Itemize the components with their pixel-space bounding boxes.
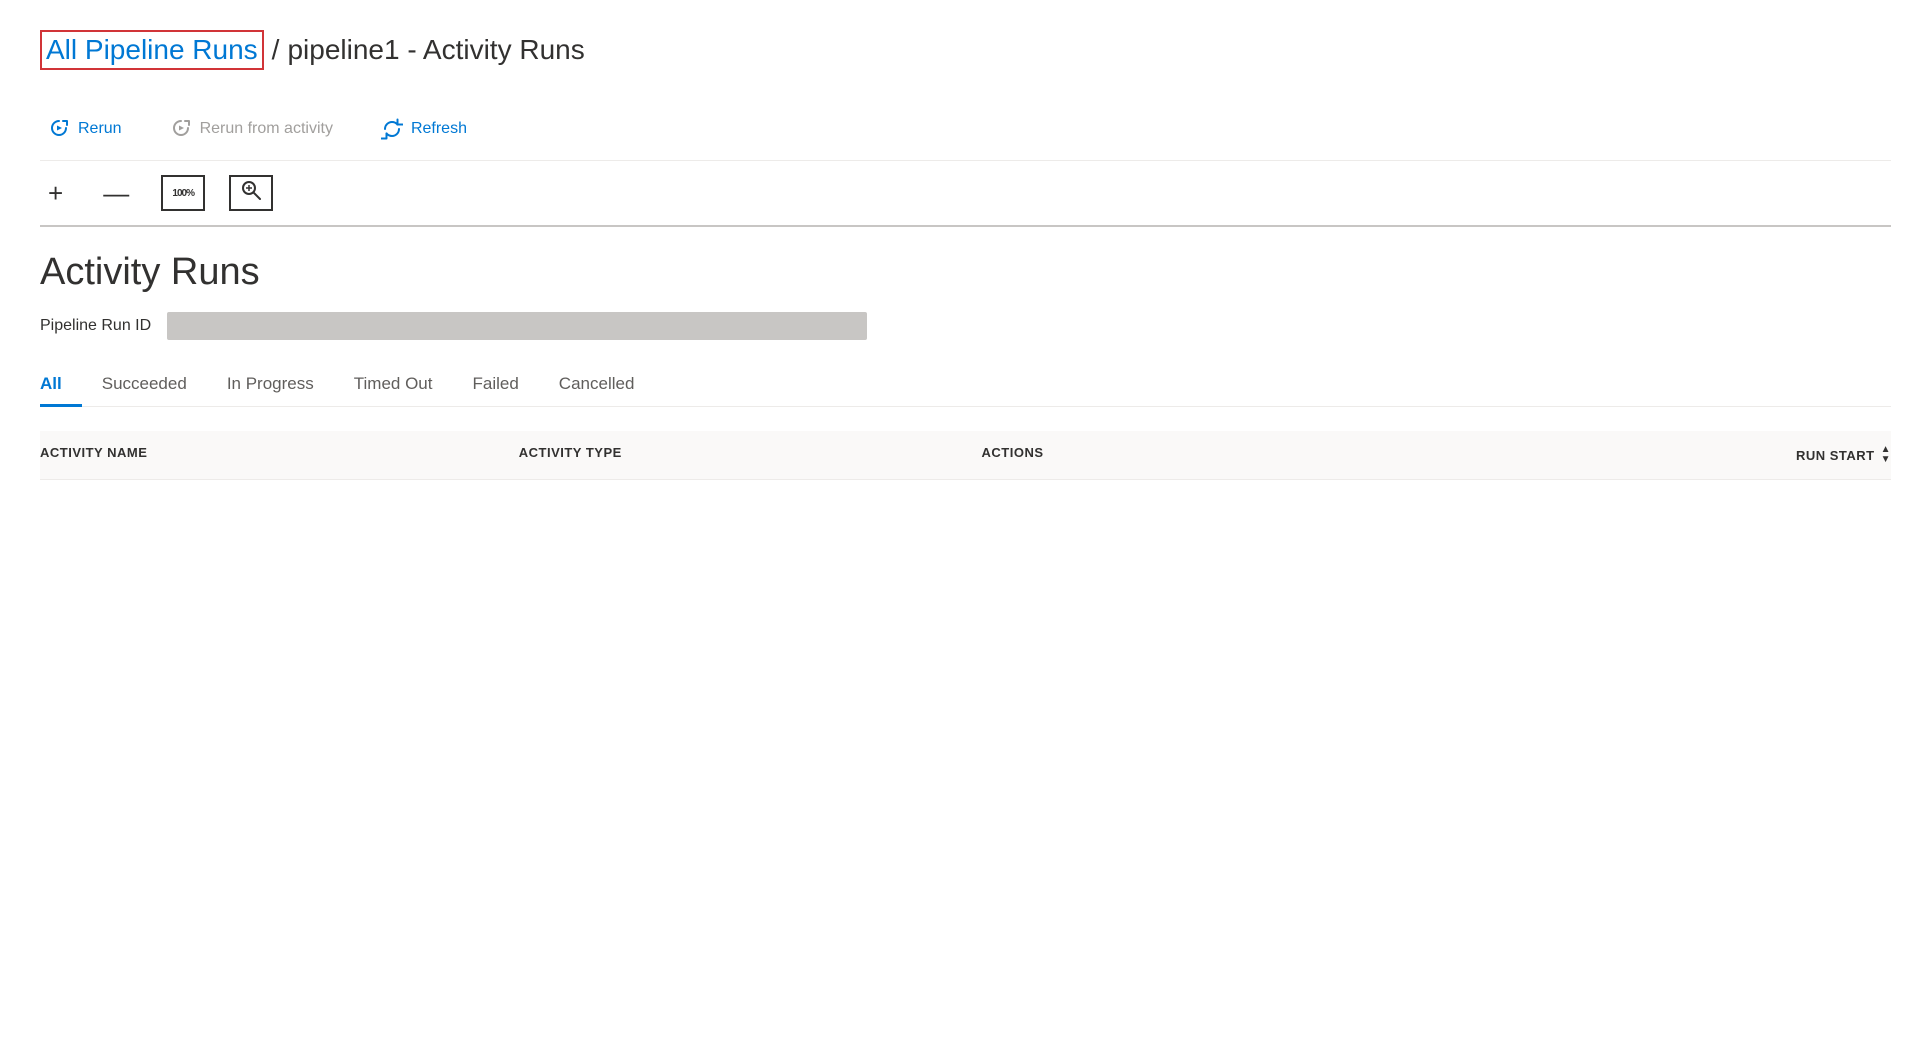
zoom-out-button[interactable]: — bbox=[95, 176, 137, 210]
tab-timed-out[interactable]: Timed Out bbox=[334, 364, 453, 407]
table-header: ACTIVITY NAME ACTIVITY TYPE ACTIONS RUN … bbox=[40, 431, 1891, 480]
activity-runs-title: Activity Runs bbox=[40, 251, 1891, 294]
breadcrumb-link[interactable]: All Pipeline Runs bbox=[40, 30, 264, 70]
rerun-icon bbox=[48, 118, 70, 140]
tab-in-progress[interactable]: In Progress bbox=[207, 364, 334, 407]
pipeline-run-id-row: Pipeline Run ID bbox=[40, 312, 1891, 340]
rerun-from-activity-button[interactable]: Rerun from activity bbox=[162, 112, 341, 146]
refresh-button[interactable]: Refresh bbox=[373, 112, 475, 146]
search-zoom-icon bbox=[240, 179, 262, 207]
activity-runs-section: Activity Runs Pipeline Run ID All Succee… bbox=[40, 251, 1891, 480]
refresh-icon bbox=[381, 118, 403, 140]
tab-all[interactable]: All bbox=[40, 364, 82, 407]
sort-icon[interactable]: ▲▼ bbox=[1881, 445, 1891, 465]
run-start-label: RUN START bbox=[1796, 448, 1875, 463]
tab-cancelled[interactable]: Cancelled bbox=[539, 364, 655, 407]
tab-failed[interactable]: Failed bbox=[452, 364, 538, 407]
pipeline-run-id-label: Pipeline Run ID bbox=[40, 317, 151, 335]
breadcrumb-separator: / bbox=[272, 34, 280, 66]
fit-to-screen-button[interactable]: 100% bbox=[161, 175, 205, 211]
zoom-in-icon: + bbox=[48, 178, 63, 208]
col-header-activity-type: ACTIVITY TYPE bbox=[503, 445, 966, 465]
rerun-from-activity-icon bbox=[170, 118, 192, 140]
refresh-label: Refresh bbox=[411, 120, 467, 138]
zoom-out-icon: — bbox=[103, 178, 129, 208]
zoom-in-button[interactable]: + bbox=[40, 176, 71, 210]
col-header-run-start[interactable]: RUN START ▲▼ bbox=[1428, 445, 1891, 465]
pipeline-run-id-value bbox=[167, 312, 867, 340]
tab-succeeded[interactable]: Succeeded bbox=[82, 364, 207, 407]
rerun-label: Rerun bbox=[78, 120, 122, 138]
col-header-actions: ACTIONS bbox=[966, 445, 1429, 465]
col-header-activity-name: ACTIVITY NAME bbox=[40, 445, 503, 465]
breadcrumb: All Pipeline Runs / pipeline1 - Activity… bbox=[40, 30, 1891, 70]
zoom-search-button[interactable] bbox=[229, 175, 273, 211]
breadcrumb-current: pipeline1 - Activity Runs bbox=[287, 34, 584, 66]
zoom-toolbar: + — 100% bbox=[40, 161, 1891, 227]
fit-icon: 100% bbox=[172, 188, 194, 199]
rerun-button[interactable]: Rerun bbox=[40, 112, 130, 146]
primary-toolbar: Rerun Rerun from activity bbox=[40, 98, 1891, 161]
rerun-from-activity-label: Rerun from activity bbox=[200, 120, 333, 138]
filter-tabs: All Succeeded In Progress Timed Out Fail… bbox=[40, 364, 1891, 407]
